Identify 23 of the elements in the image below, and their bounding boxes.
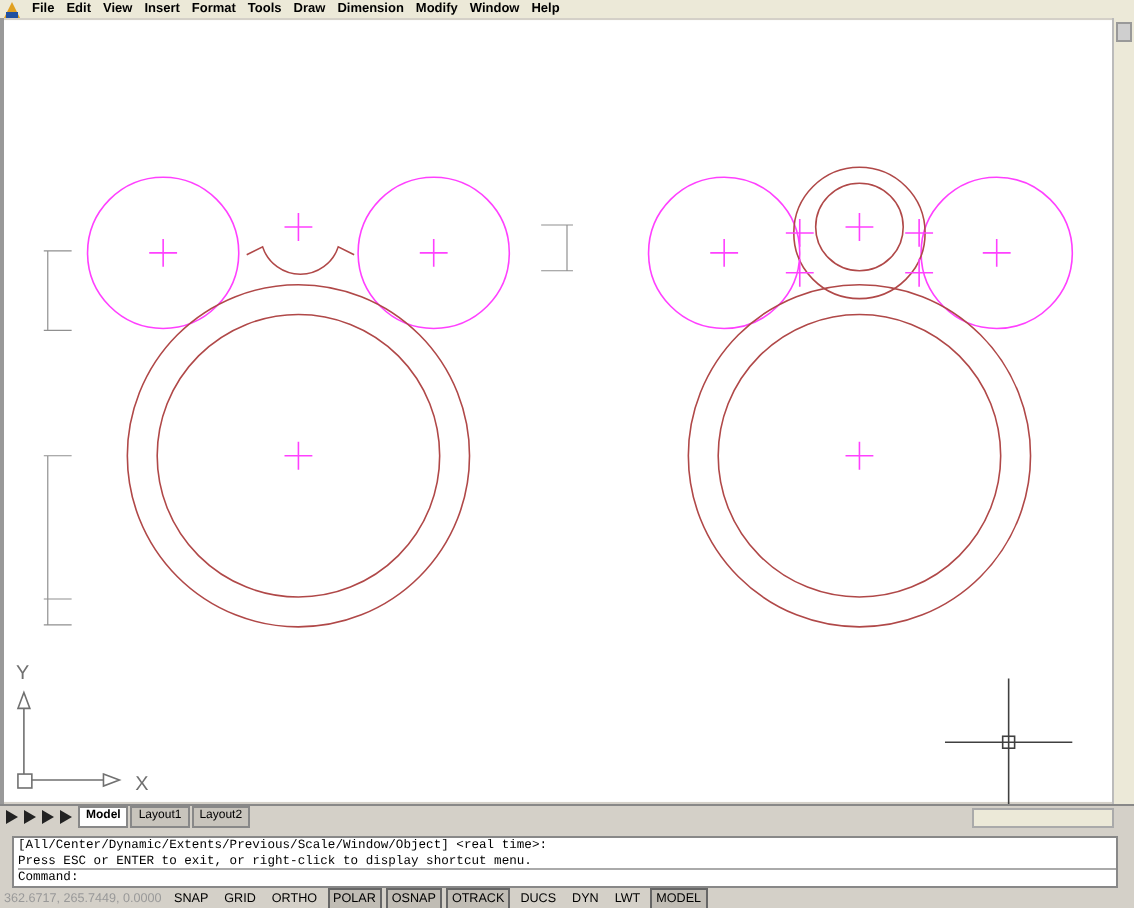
center-mark xyxy=(785,258,815,288)
center-mark xyxy=(419,238,449,268)
crosshair-cursor xyxy=(944,677,1074,804)
ucs-axes-icon xyxy=(17,690,122,789)
y-axis-label: Y xyxy=(15,662,30,685)
center-mark xyxy=(148,238,178,268)
center-mark xyxy=(844,441,875,471)
center-mark xyxy=(785,218,815,248)
center-mark xyxy=(283,212,314,242)
center-mark xyxy=(283,441,314,471)
app-icon[interactable] xyxy=(4,1,20,17)
vertical-scrollbar[interactable] xyxy=(1112,18,1134,804)
x-axis-label: X xyxy=(135,774,149,796)
center-mark xyxy=(904,258,934,288)
horizontal-scrollbar[interactable] xyxy=(972,807,1114,827)
center-mark xyxy=(709,238,739,268)
center-mark xyxy=(904,218,934,248)
dimension-line xyxy=(540,224,574,272)
dimension-line xyxy=(43,250,73,332)
center-mark xyxy=(844,212,875,242)
drawing-canvas[interactable]: X Y xyxy=(0,18,1113,804)
arc xyxy=(245,246,355,276)
center-mark xyxy=(982,238,1012,268)
